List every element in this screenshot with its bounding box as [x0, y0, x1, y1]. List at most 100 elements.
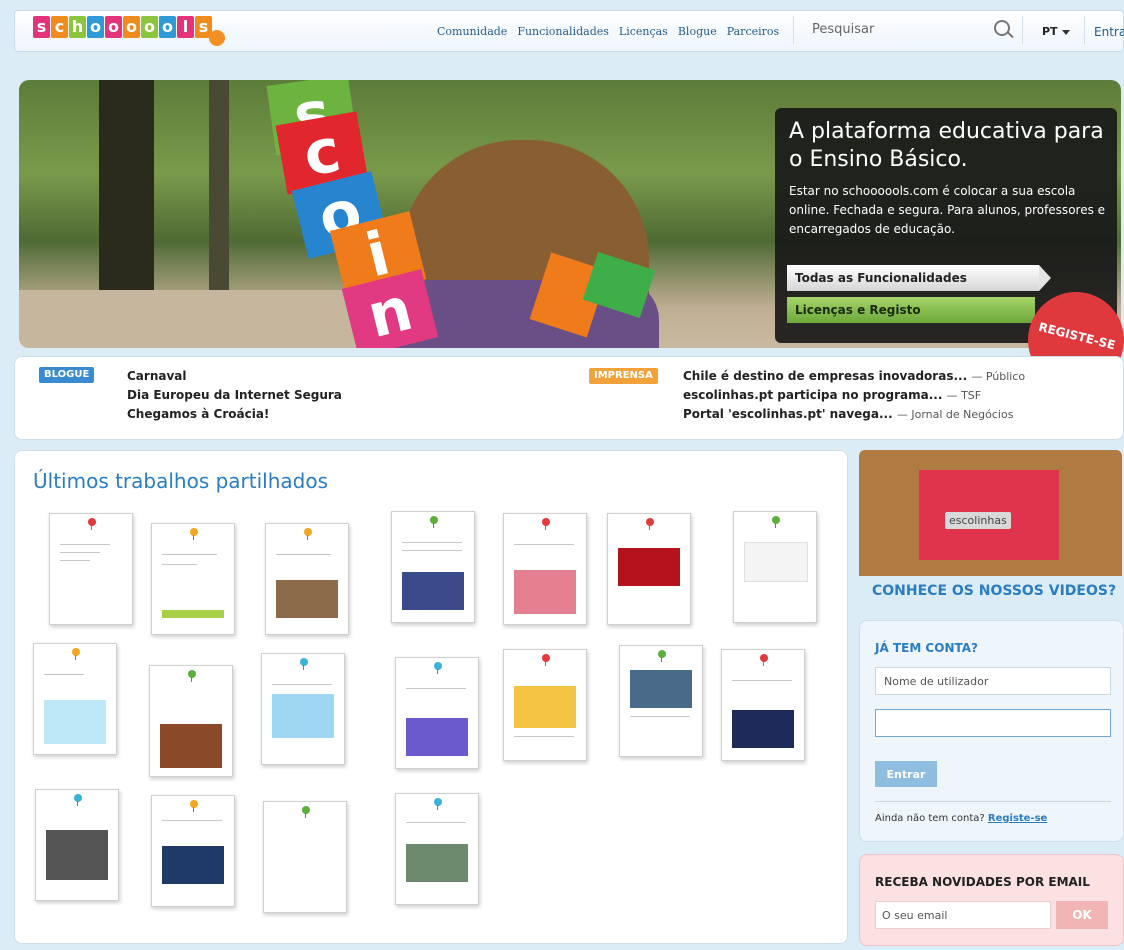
text-line: [406, 822, 466, 823]
work-thumbnail[interactable]: [733, 511, 817, 623]
blog-item[interactable]: Chegamos à Croácia!: [127, 405, 342, 424]
pin-icon: [434, 798, 442, 810]
hero-title: A plataforma educativa para o Ensino Bás…: [789, 119, 1104, 172]
work-thumbnail[interactable]: [395, 657, 479, 769]
thumbnail-image: [630, 670, 692, 708]
language-label: PT: [1042, 25, 1058, 38]
video-thumbnail[interactable]: escolinhas: [859, 450, 1122, 576]
blog-item[interactable]: Dia Europeu da Internet Segura: [127, 386, 342, 405]
text-line: [630, 716, 690, 717]
work-thumbnail[interactable]: [33, 643, 117, 755]
text-line: [732, 680, 792, 681]
register-link[interactable]: Registe-se: [988, 813, 1047, 824]
login-button[interactable]: Entrar: [875, 761, 937, 787]
press-item[interactable]: Chile é destino de empresas inovadoras..…: [683, 367, 1025, 386]
thumbnail-image: [272, 694, 334, 738]
press-item[interactable]: Portal 'escolinhas.pt' navega... — Jorna…: [683, 405, 1025, 424]
pin-icon: [304, 528, 312, 540]
newsletter-title: RECEBA NOVIDADES POR EMAIL: [875, 875, 1090, 889]
thumbnail-image: [406, 844, 468, 882]
pin-icon: [300, 658, 308, 670]
logo-letter: c: [51, 16, 68, 38]
search-input[interactable]: Pesquisar: [812, 22, 874, 37]
work-thumbnail[interactable]: [263, 801, 347, 913]
work-thumbnail[interactable]: [619, 645, 703, 757]
work-thumbnail[interactable]: [265, 523, 349, 635]
pin-icon: [74, 794, 82, 806]
thumbnail-image: [744, 542, 808, 582]
thumbnail-image: [514, 570, 576, 614]
work-thumbnail[interactable]: [721, 649, 805, 761]
pin-icon: [72, 648, 80, 660]
work-thumbnail[interactable]: [395, 793, 479, 905]
text-line: [272, 684, 332, 685]
work-thumbnail[interactable]: [391, 511, 475, 623]
licenses-register-button[interactable]: Licenças e Registo: [787, 297, 1035, 323]
newsletter-ok-button[interactable]: OK: [1056, 901, 1108, 929]
blog-list: Carnaval Dia Europeu da Internet Segura …: [127, 367, 342, 424]
chevron-down-icon: [1061, 29, 1070, 35]
nav-comunidade[interactable]: Comunidade: [437, 25, 507, 38]
login-link[interactable]: Entrar: [1094, 25, 1124, 39]
pin-icon: [542, 518, 550, 530]
work-thumbnail[interactable]: [151, 795, 235, 907]
language-selector[interactable]: PT: [1042, 25, 1070, 38]
press-title[interactable]: Portal 'escolinhas.pt' navega...: [683, 407, 893, 421]
text-line: [406, 688, 466, 689]
work-thumbnail[interactable]: [261, 653, 345, 765]
email-field[interactable]: O seu email: [875, 901, 1051, 929]
nav-blogue[interactable]: Blogue: [678, 25, 717, 38]
login-panel: JÁ TEM CONTA? Nome de utilizador Entrar …: [859, 620, 1124, 842]
search-box[interactable]: Pesquisar: [793, 16, 1023, 44]
nav-licencas[interactable]: Licenças: [619, 25, 668, 38]
password-field[interactable]: [875, 709, 1111, 737]
work-thumbnail[interactable]: [151, 523, 235, 635]
work-thumbnail[interactable]: [149, 665, 233, 777]
thumbnail-image: [514, 686, 576, 728]
work-thumbnail[interactable]: [607, 513, 691, 625]
videos-link[interactable]: CONHECE OS NOSSOS VIDEOS?: [872, 583, 1116, 599]
schoooools-logo[interactable]: s c h o o o o o l s: [33, 16, 225, 46]
thumbnail-image: [44, 700, 106, 744]
login-title: JÁ TEM CONTA?: [875, 641, 978, 655]
all-features-button[interactable]: Todas as Funcionalidades: [787, 265, 1051, 291]
pin-icon: [188, 670, 196, 682]
thumbnail-image: [162, 846, 224, 884]
press-title[interactable]: Chile é destino de empresas inovadoras..…: [683, 369, 967, 383]
video-label: escolinhas: [945, 512, 1011, 529]
pin-icon: [760, 654, 768, 666]
press-tag[interactable]: IMPRENSA: [589, 368, 658, 384]
pin-icon: [658, 650, 666, 662]
nav-parceiros[interactable]: Parceiros: [727, 25, 779, 38]
nav-funcionalidades[interactable]: Funcionalidades: [517, 25, 609, 38]
main-nav: Comunidade Funcionalidades Licenças Blog…: [437, 25, 779, 38]
logo-letter: l: [177, 16, 194, 38]
press-source: — Jornal de Negócios: [896, 408, 1014, 421]
logo-letter: o: [123, 16, 140, 38]
press-item[interactable]: escolinhas.pt participa no programa... —…: [683, 386, 1025, 405]
logo-letter: o: [87, 16, 104, 38]
news-bar: BLOGUE Carnaval Dia Europeu da Internet …: [14, 356, 1124, 440]
thumbnail-image: [732, 710, 794, 748]
thumbnail-image: [618, 548, 680, 586]
text-line: [514, 736, 574, 737]
work-thumbnail[interactable]: [503, 513, 587, 625]
login-nav: Entrar: [1084, 16, 1124, 44]
newsletter-panel: RECEBA NOVIDADES POR EMAIL O seu email O…: [859, 854, 1124, 946]
blog-item[interactable]: Carnaval: [127, 367, 342, 386]
shared-works-panel: Últimos trabalhos partilhados: [14, 450, 848, 944]
thumbnail-image: [406, 718, 468, 756]
text-line: [402, 542, 462, 543]
pin-icon: [434, 662, 442, 674]
work-thumbnail[interactable]: [503, 649, 587, 761]
work-thumbnail[interactable]: [35, 789, 119, 901]
pin-icon: [302, 806, 310, 818]
press-title[interactable]: escolinhas.pt participa no programa...: [683, 388, 942, 402]
work-thumbnail[interactable]: [49, 513, 133, 625]
username-field[interactable]: Nome de utilizador: [875, 667, 1111, 695]
text-line: [44, 674, 84, 675]
press-list: Chile é destino de empresas inovadoras..…: [683, 367, 1025, 424]
blog-tag[interactable]: BLOGUE: [39, 367, 95, 383]
hero-description: Estar no schoooools.com é colocar a sua …: [789, 184, 1106, 236]
search-icon[interactable]: [994, 20, 1010, 36]
